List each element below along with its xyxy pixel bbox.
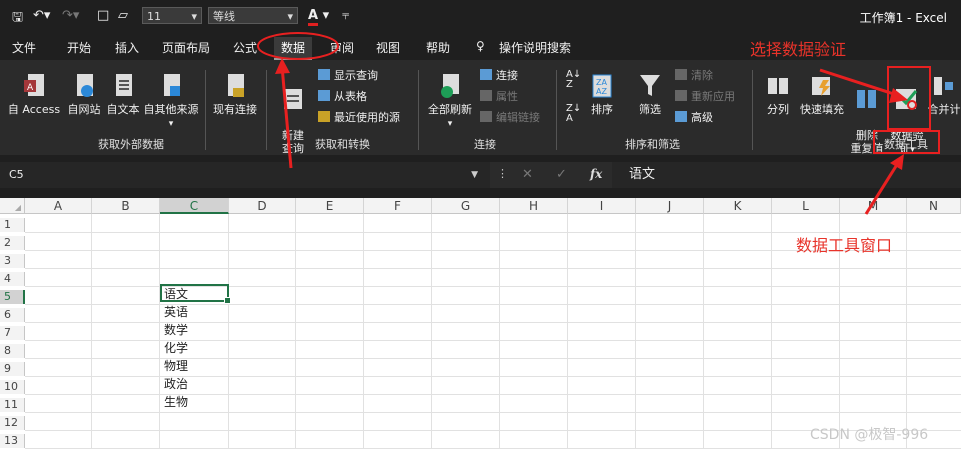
highlight-data-tools-group bbox=[873, 130, 940, 154]
annotation-arrow bbox=[280, 65, 293, 169]
annotation-arrow bbox=[864, 162, 900, 215]
watermark: CSDN @极智-996 bbox=[810, 427, 929, 443]
annotation-arrowhead bbox=[275, 58, 290, 74]
annotation-overlay bbox=[257, 32, 908, 215]
annotation-data-tools-window: 数据工具窗口 bbox=[796, 236, 893, 255]
annotation-arrowhead bbox=[890, 154, 904, 170]
highlight-data-validation bbox=[887, 66, 931, 130]
annotation-select-validation: 选择数据验证 bbox=[750, 40, 847, 59]
annotation-ellipse bbox=[257, 32, 339, 60]
